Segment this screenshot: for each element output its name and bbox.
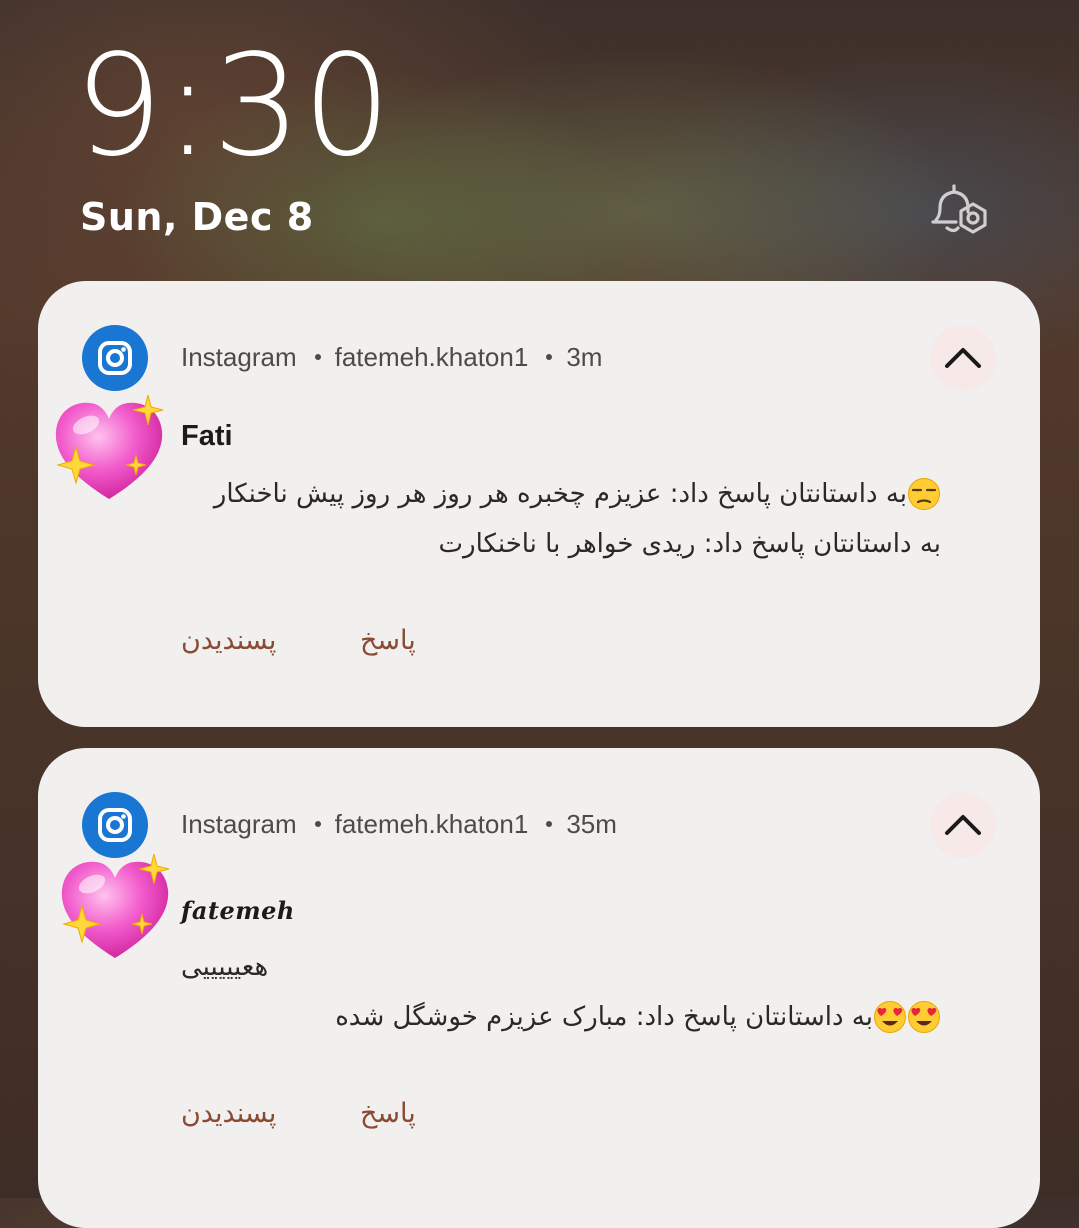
sparkling-heart-icon: [56, 853, 174, 964]
notification-header: Instagram fatemeh.khaton1 3m: [181, 339, 602, 375]
sender-name: fatemeh: [181, 896, 295, 925]
chevron-up-icon: [945, 815, 981, 835]
collapse-button[interactable]: [930, 792, 996, 858]
notification-card[interactable]: Instagram fatemeh.khaton1 35m fatemeh هع…: [38, 748, 1040, 1228]
notification-card[interactable]: Instagram fatemeh.khaton1 3m Fati به داس…: [38, 281, 1040, 727]
message-body: به داستانتان پاسخ داد: عزیزم چخبره هر رو…: [181, 469, 941, 569]
separator-dot: [314, 821, 321, 827]
collapse-button[interactable]: [930, 325, 996, 391]
like-button[interactable]: پسندیدن: [181, 625, 276, 656]
notification-time: 35m: [566, 808, 617, 839]
instagram-icon: [82, 792, 148, 858]
message-text: به داستانتان پاسخ داد: عزیزم چخبره هر رو…: [213, 479, 907, 509]
message-text: به داستانتان پاسخ داد: مبارک عزیزم خوشگل…: [335, 1002, 873, 1032]
chevron-up-icon: [945, 348, 981, 368]
separator-dot: [314, 354, 321, 360]
message-text: هعیییییی: [181, 952, 269, 982]
account-name: fatemeh.khaton1: [334, 808, 529, 839]
unamused-face-icon: [908, 478, 940, 510]
notification-settings-icon[interactable]: [928, 182, 990, 242]
like-button[interactable]: پسندیدن: [181, 1098, 276, 1129]
message-line: هعیییییی: [181, 942, 941, 992]
sparkling-heart-icon: [50, 394, 168, 505]
message-line: به داستانتان پاسخ داد: ریدی خواهر با ناخ…: [181, 519, 941, 569]
reply-button[interactable]: پاسخ: [360, 1098, 416, 1129]
account-name: fatemeh.khaton1: [334, 341, 529, 372]
app-name: Instagram: [181, 341, 297, 372]
message-text: به داستانتان پاسخ داد: ریدی خواهر با ناخ…: [438, 529, 941, 559]
lock-clock: 9:30: [74, 25, 393, 188]
message-body: هعیییییی به داستانتان پاسخ داد: مبارک عز…: [181, 942, 941, 1042]
notification-time: 3m: [566, 341, 603, 372]
message-line: به داستانتان پاسخ داد: مبارک عزیزم خوشگل…: [181, 992, 941, 1042]
app-name: Instagram: [181, 808, 297, 839]
lock-date: Sun, Dec 8: [80, 195, 314, 239]
message-line: به داستانتان پاسخ داد: عزیزم چخبره هر رو…: [181, 469, 941, 519]
notification-header: Instagram fatemeh.khaton1 35m: [181, 806, 617, 842]
separator-dot: [546, 354, 553, 360]
heart-eyes-face-icon: [874, 1001, 906, 1033]
instagram-icon: [82, 325, 148, 391]
sender-name: Fati: [181, 420, 233, 452]
heart-eyes-face-icon: [908, 1001, 940, 1033]
reply-button[interactable]: پاسخ: [360, 625, 416, 656]
separator-dot: [546, 821, 553, 827]
